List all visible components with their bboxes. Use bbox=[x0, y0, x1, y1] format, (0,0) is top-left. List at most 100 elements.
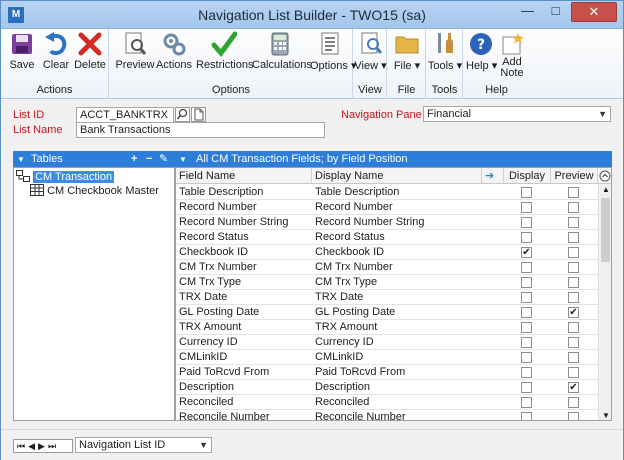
field-name-cell[interactable]: Record Number bbox=[176, 200, 312, 215]
display-name-cell[interactable]: Record Number bbox=[312, 200, 482, 215]
display-checkbox[interactable] bbox=[521, 187, 532, 198]
display-checkbox[interactable] bbox=[521, 382, 532, 393]
field-name-cell[interactable]: Checkbook ID bbox=[176, 245, 312, 260]
field-name-cell[interactable]: Paid ToRcvd From bbox=[176, 365, 312, 380]
list-name-field[interactable]: Bank Transactions bbox=[76, 122, 325, 138]
display-name-cell[interactable]: Currency ID bbox=[312, 335, 482, 350]
table-row[interactable]: GL Posting Date GL Posting Date ✔ bbox=[176, 305, 598, 320]
display-checkbox[interactable] bbox=[521, 412, 532, 420]
previous-record-icon[interactable]: ◀ bbox=[28, 441, 38, 451]
table-row[interactable]: Paid ToRcvd From Paid ToRcvd From bbox=[176, 365, 598, 380]
table-row[interactable]: TRX Date TRX Date bbox=[176, 290, 598, 305]
display-name-cell[interactable]: TRX Date bbox=[312, 290, 482, 305]
table-row[interactable]: CMLinkID CMLinkID bbox=[176, 350, 598, 365]
table-row[interactable]: Reconciled Reconciled bbox=[176, 395, 598, 410]
edit-pencil-icon[interactable]: ✎ bbox=[159, 151, 168, 168]
column-header-preview[interactable]: Preview bbox=[551, 168, 598, 184]
save-button[interactable]: Save bbox=[7, 31, 37, 81]
preview-checkbox[interactable] bbox=[568, 277, 579, 288]
preview-checkbox[interactable] bbox=[568, 232, 579, 243]
display-name-cell[interactable]: Table Description bbox=[312, 185, 482, 200]
minimize-button[interactable]: — bbox=[514, 2, 541, 22]
new-document-icon[interactable] bbox=[191, 107, 206, 122]
clear-button[interactable]: Clear bbox=[41, 31, 71, 81]
restrictions-button[interactable]: Restrictions bbox=[196, 31, 253, 81]
actions-button[interactable]: Actions bbox=[155, 31, 193, 81]
tools-button[interactable]: Tools ▾ bbox=[427, 31, 463, 81]
preview-checkbox[interactable] bbox=[568, 412, 579, 420]
preview-button[interactable]: Preview bbox=[115, 31, 155, 81]
table-row[interactable]: Currency ID Currency ID bbox=[176, 335, 598, 350]
field-name-cell[interactable]: Record Status bbox=[176, 230, 312, 245]
navigation-pane-select[interactable]: Financial ▼ bbox=[423, 106, 611, 122]
field-name-cell[interactable]: Currency ID bbox=[176, 335, 312, 350]
scroll-down-icon[interactable]: ▼ bbox=[602, 411, 610, 420]
close-button[interactable]: ✕ bbox=[571, 2, 617, 22]
field-name-cell[interactable]: CMLinkID bbox=[176, 350, 312, 365]
display-name-cell[interactable]: Record Number String bbox=[312, 215, 482, 230]
preview-checkbox[interactable] bbox=[568, 292, 579, 303]
preview-checkbox[interactable] bbox=[568, 352, 579, 363]
display-name-cell[interactable]: GL Posting Date bbox=[312, 305, 482, 320]
field-name-cell[interactable]: TRX Amount bbox=[176, 320, 312, 335]
display-checkbox[interactable] bbox=[521, 202, 532, 213]
preview-checkbox[interactable] bbox=[568, 367, 579, 378]
table-row[interactable]: Description Description ✔ bbox=[176, 380, 598, 395]
preview-checkbox[interactable] bbox=[568, 187, 579, 198]
preview-checkbox[interactable] bbox=[568, 337, 579, 348]
add-note-button[interactable]: Add Note bbox=[496, 31, 528, 81]
maximize-button[interactable]: □ bbox=[542, 2, 569, 22]
next-record-icon[interactable]: ▶ bbox=[38, 441, 48, 451]
field-name-cell[interactable]: Description bbox=[176, 380, 312, 395]
table-row[interactable]: Checkbook ID Checkbook ID ✔ bbox=[176, 245, 598, 260]
display-checkbox[interactable] bbox=[521, 232, 532, 243]
display-checkbox[interactable] bbox=[521, 262, 532, 273]
field-name-cell[interactable]: TRX Date bbox=[176, 290, 312, 305]
delete-button[interactable]: Delete bbox=[73, 31, 107, 81]
display-checkbox[interactable] bbox=[521, 352, 532, 363]
view-button[interactable]: View ▾ bbox=[354, 31, 387, 81]
table-row[interactable]: Table Description Table Description bbox=[176, 185, 598, 200]
table-row[interactable]: Record Number String Record Number String bbox=[176, 215, 598, 230]
table-row[interactable]: CM Trx Type CM Trx Type bbox=[176, 275, 598, 290]
display-checkbox[interactable] bbox=[521, 277, 532, 288]
expand-collapse-icon[interactable] bbox=[598, 168, 611, 184]
preview-checkbox[interactable] bbox=[568, 262, 579, 273]
field-name-cell[interactable]: Table Description bbox=[176, 185, 312, 200]
preview-checkbox[interactable] bbox=[568, 397, 579, 408]
first-record-icon[interactable]: ⏮ bbox=[17, 441, 28, 451]
display-name-cell[interactable]: CM Trx Type bbox=[312, 275, 482, 290]
help-button[interactable]: ? Help ▾ bbox=[466, 31, 497, 81]
scroll-up-icon[interactable]: ▲ bbox=[602, 185, 610, 194]
table-row[interactable]: CM Trx Number CM Trx Number bbox=[176, 260, 598, 275]
tree-item-cm-transaction[interactable]: CM Transaction bbox=[16, 170, 115, 184]
display-name-cell[interactable]: Checkbook ID bbox=[312, 245, 482, 260]
display-checkbox[interactable] bbox=[521, 337, 532, 348]
display-name-cell[interactable]: Reconciled bbox=[312, 395, 482, 410]
display-checkbox[interactable] bbox=[521, 217, 532, 228]
field-name-cell[interactable]: Reconciled bbox=[176, 395, 312, 410]
display-name-cell[interactable]: Paid ToRcvd From bbox=[312, 365, 482, 380]
collapse-arrow-icon[interactable]: ▼ bbox=[17, 151, 25, 168]
lookup-magnifier-icon[interactable] bbox=[175, 107, 190, 122]
field-name-cell[interactable]: Reconcile Number bbox=[176, 410, 312, 420]
calculations-button[interactable]: Calculations bbox=[252, 31, 312, 81]
file-button[interactable]: File ▾ bbox=[388, 31, 426, 81]
preview-checkbox[interactable] bbox=[568, 217, 579, 228]
preview-checkbox[interactable]: ✔ bbox=[568, 307, 579, 318]
sort-order-select[interactable]: Navigation List ID ▼ bbox=[75, 437, 212, 453]
field-name-cell[interactable]: CM Trx Type bbox=[176, 275, 312, 290]
vertical-scrollbar[interactable]: ▲ ▼ bbox=[598, 184, 611, 420]
move-arrow-icon[interactable]: ➔ bbox=[482, 168, 504, 184]
display-checkbox[interactable]: ✔ bbox=[521, 247, 532, 258]
field-name-cell[interactable]: CM Trx Number bbox=[176, 260, 312, 275]
field-name-cell[interactable]: Record Number String bbox=[176, 215, 312, 230]
display-checkbox[interactable] bbox=[521, 367, 532, 378]
last-record-icon[interactable]: ⏭ bbox=[48, 441, 59, 451]
options-button[interactable]: Options ▾ bbox=[310, 31, 357, 81]
display-name-cell[interactable]: TRX Amount bbox=[312, 320, 482, 335]
column-header-field-name[interactable]: Field Name bbox=[176, 168, 312, 184]
column-header-display-name[interactable]: Display Name bbox=[312, 168, 482, 184]
display-name-cell[interactable]: CMLinkID bbox=[312, 350, 482, 365]
display-name-cell[interactable]: CM Trx Number bbox=[312, 260, 482, 275]
